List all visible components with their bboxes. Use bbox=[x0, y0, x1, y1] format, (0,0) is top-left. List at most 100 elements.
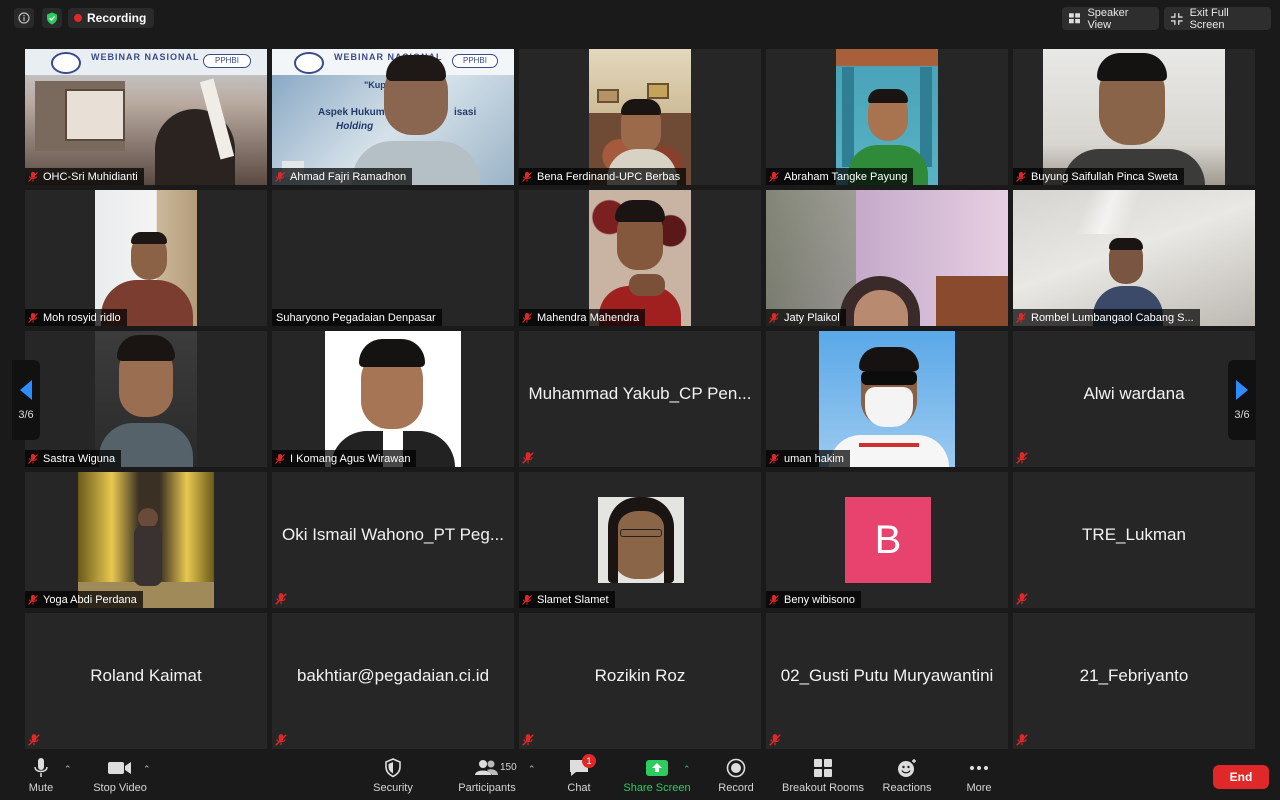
recording-indicator[interactable]: Recording bbox=[68, 8, 155, 28]
end-meeting-button[interactable]: End bbox=[1213, 765, 1269, 789]
chat-label: Chat bbox=[567, 782, 591, 794]
participant-tile[interactable]: bakhtiar@pegadaian.ci.id bbox=[272, 613, 514, 749]
speaker-view-button[interactable]: Speaker View bbox=[1062, 6, 1159, 31]
participant-name: Yoga Abdi Perdana bbox=[43, 593, 137, 606]
participant-tile[interactable]: 21_Febriyanto bbox=[1013, 613, 1255, 749]
participant-tile[interactable]: Rozikin Roz bbox=[519, 613, 761, 749]
next-page-button[interactable]: 3/6 bbox=[1228, 360, 1256, 440]
participant-tile[interactable]: Sastra Wiguna bbox=[25, 331, 267, 467]
exit-fullscreen-icon bbox=[1171, 12, 1183, 25]
participant-tile[interactable]: Mahendra Mahendra bbox=[519, 190, 761, 326]
more-button[interactable]: More bbox=[962, 756, 996, 796]
participant-tile[interactable]: Oki Ismail Wahono_PT Peg... bbox=[272, 472, 514, 608]
previous-page-button[interactable]: 3/6 bbox=[12, 360, 40, 440]
chevron-up-icon[interactable]: ⌃ bbox=[64, 764, 72, 775]
participant-name: Jaty Plaikol bbox=[784, 311, 840, 324]
webinar-logo bbox=[294, 52, 324, 74]
participant-video bbox=[836, 49, 938, 185]
participant-tile[interactable]: Yoga Abdi Perdana bbox=[25, 472, 267, 608]
video-camera-icon bbox=[108, 762, 131, 774]
participant-video bbox=[819, 331, 955, 467]
participant-tile[interactable]: Slamet Slamet bbox=[519, 472, 761, 608]
muted-mic-icon bbox=[28, 312, 38, 323]
participant-name-tag: Suharyono Pegadaian Denpasar bbox=[272, 309, 442, 326]
muted-mic-icon bbox=[275, 453, 285, 464]
participant-tile[interactable]: WEBINAR NASIONAL PPHBI "Kup Aspek Hukum … bbox=[272, 49, 514, 185]
participant-tile[interactable]: Moh rosyid ridlo bbox=[25, 190, 267, 326]
participant-display-name: Alwi wardana bbox=[1083, 384, 1185, 403]
slide-title-text: WEBINAR NASIONAL bbox=[91, 52, 200, 62]
participant-name: Buyung Saifullah Pinca Sweta bbox=[1031, 170, 1178, 183]
muted-mic-icon bbox=[522, 312, 532, 323]
participant-video bbox=[95, 190, 197, 326]
muted-mic-icon bbox=[1016, 171, 1026, 182]
participant-name-tag: Buyung Saifullah Pinca Sweta bbox=[1013, 168, 1184, 185]
more-label: More bbox=[966, 782, 992, 794]
chevron-up-icon[interactable]: ⌃ bbox=[683, 764, 691, 775]
share-screen-button[interactable]: Share Screen bbox=[621, 756, 693, 796]
stop-video-button[interactable]: Stop Video bbox=[89, 756, 151, 796]
muted-mic-icon bbox=[1016, 452, 1028, 464]
muted-mic-icon bbox=[28, 453, 38, 464]
participant-tile[interactable]: Alwi wardana bbox=[1013, 331, 1255, 467]
mute-label: Mute bbox=[28, 782, 54, 794]
muted-mic-icon bbox=[522, 452, 534, 464]
participant-tile[interactable]: Muhammad Yakub_CP Pen... bbox=[519, 331, 761, 467]
participant-tile[interactable]: B Beny wibisono bbox=[766, 472, 1008, 608]
exit-full-screen-button[interactable]: Exit Full Screen bbox=[1164, 7, 1271, 31]
participant-tile[interactable]: Jaty Plaikol bbox=[766, 190, 1008, 326]
chevron-up-icon[interactable]: ⌃ bbox=[143, 764, 151, 775]
participant-name-tag: Slamet Slamet bbox=[519, 591, 615, 608]
participant-name: Mahendra Mahendra bbox=[537, 311, 640, 324]
participant-tile[interactable]: Buyung Saifullah Pinca Sweta bbox=[1013, 49, 1255, 185]
speaker-view-label: Speaker View bbox=[1087, 6, 1129, 31]
chevron-up-icon[interactable]: ⌃ bbox=[528, 764, 536, 775]
muted-mic-icon bbox=[769, 171, 779, 182]
muted-mic-icon bbox=[769, 594, 779, 605]
breakout-rooms-button[interactable]: Breakout Rooms bbox=[780, 756, 866, 796]
participant-display-name: TRE_Lukman bbox=[1082, 525, 1186, 544]
participant-name: Slamet Slamet bbox=[537, 593, 609, 606]
participant-name-tag: Bena Ferdinand-UPC Berbas bbox=[519, 168, 687, 185]
participant-tile[interactable]: I Komang Agus Wirawan bbox=[272, 331, 514, 467]
participant-display-name: Muhammad Yakub_CP Pen... bbox=[528, 384, 752, 403]
muted-mic-icon bbox=[275, 171, 285, 182]
participant-tile[interactable]: uman hakim bbox=[766, 331, 1008, 467]
participant-tile[interactable]: Roland Kaimat bbox=[25, 613, 267, 749]
muted-mic-icon bbox=[275, 734, 287, 746]
participant-video bbox=[766, 190, 1008, 326]
chevron-right-icon bbox=[1236, 380, 1248, 400]
participant-tile[interactable]: WEBINAR NASIONAL PPHBI OHC-Sri Muhidiant… bbox=[25, 49, 267, 185]
muted-mic-icon bbox=[522, 171, 532, 182]
participant-name: Abraham Tangke Payung bbox=[784, 170, 908, 183]
participant-tile[interactable]: Abraham Tangke Payung bbox=[766, 49, 1008, 185]
recording-dot-icon bbox=[74, 14, 82, 22]
encryption-shield-icon[interactable] bbox=[42, 8, 62, 28]
participant-video: WEBINAR NASIONAL PPHBI "Kup Aspek Hukum … bbox=[272, 49, 514, 185]
security-button[interactable]: Security bbox=[369, 756, 417, 796]
mute-button[interactable]: Mute bbox=[22, 756, 60, 796]
record-label: Record bbox=[718, 782, 754, 794]
pphbi-logo: PPHBI bbox=[203, 54, 251, 68]
participant-tile[interactable]: Rombel Lumbangaol Cabang S... bbox=[1013, 190, 1255, 326]
share-screen-icon bbox=[646, 760, 668, 776]
participant-name-tag: OHC-Sri Muhidianti bbox=[25, 168, 144, 185]
participant-avatar: B bbox=[845, 497, 931, 583]
muted-mic-icon bbox=[1016, 593, 1028, 605]
muted-mic-icon bbox=[522, 594, 532, 605]
stop-video-label: Stop Video bbox=[93, 782, 147, 794]
participant-tile[interactable]: TRE_Lukman bbox=[1013, 472, 1255, 608]
page-indicator: 3/6 bbox=[18, 409, 34, 421]
participant-name-tag: Abraham Tangke Payung bbox=[766, 168, 914, 185]
record-button[interactable]: Record bbox=[714, 756, 758, 796]
participant-tile[interactable]: Bena Ferdinand-UPC Berbas bbox=[519, 49, 761, 185]
muted-mic-icon bbox=[28, 734, 40, 746]
reactions-button[interactable]: Reactions bbox=[881, 756, 933, 796]
participant-video bbox=[78, 472, 214, 608]
participant-profile-photo bbox=[598, 497, 684, 583]
participant-tile[interactable]: 02_Gusti Putu Muryawantini bbox=[766, 613, 1008, 749]
info-icon[interactable] bbox=[14, 8, 34, 28]
muted-mic-icon bbox=[522, 734, 534, 746]
shield-icon bbox=[385, 758, 401, 778]
participant-tile[interactable]: Suharyono Pegadaian Denpasar bbox=[272, 190, 514, 326]
